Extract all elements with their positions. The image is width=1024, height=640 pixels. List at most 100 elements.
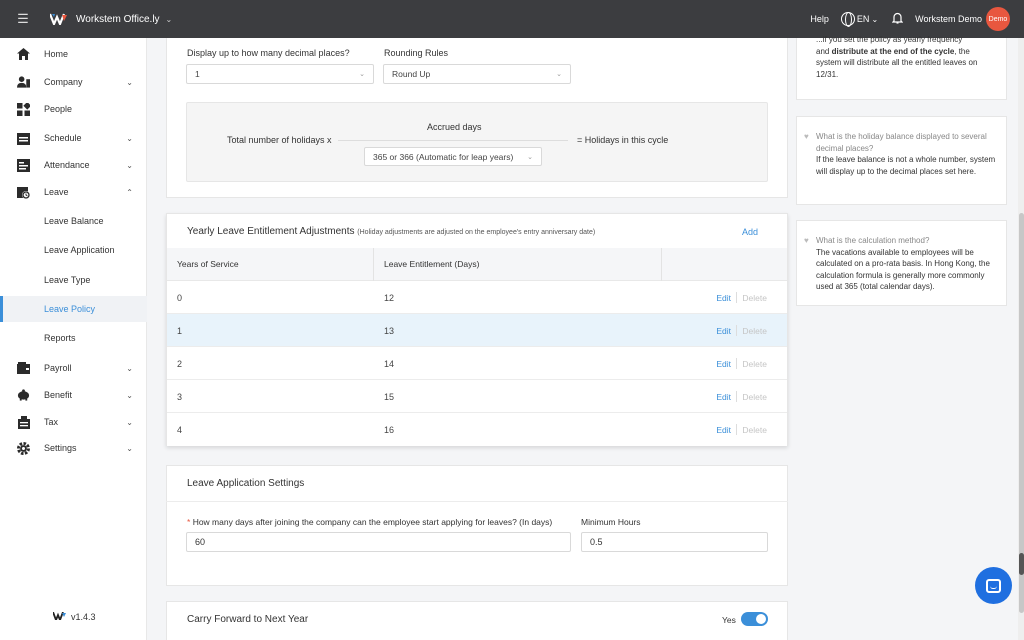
- help-text: 12/31.: [816, 69, 839, 79]
- edit-button[interactable]: Edit: [716, 293, 731, 303]
- edit-button[interactable]: Edit: [716, 392, 731, 402]
- formula-divider: [338, 140, 568, 141]
- delete-button[interactable]: Delete: [742, 293, 767, 303]
- days-after-joining-label: * How many days after joining the compan…: [187, 517, 552, 527]
- chevron-down-icon: ⌄: [871, 14, 879, 24]
- sidebar-item-home[interactable]: Home: [0, 41, 147, 67]
- sidebar-item-label: Benefit: [44, 390, 73, 400]
- sidebar-item-company[interactable]: Company ⌄: [0, 69, 147, 95]
- rounding-rules-value: Round Up: [392, 69, 431, 79]
- rounding-rules-select[interactable]: Round Up ⌄: [383, 64, 571, 84]
- people-icon: [17, 102, 30, 116]
- chat-icon: [986, 578, 1001, 593]
- company-switcher[interactable]: Workstem Office.ly: [76, 14, 160, 25]
- carry-forward-title: Carry Forward to Next Year: [187, 614, 309, 625]
- sidebar-item-label: Payroll: [44, 363, 72, 373]
- card-divider: [166, 501, 788, 502]
- minimum-hours-label: Minimum Hours: [581, 517, 641, 527]
- sidebar-item-people[interactable]: People: [0, 96, 147, 122]
- sidebar-item-attendance[interactable]: Attendance ⌄: [0, 152, 147, 178]
- sidebar-item-leave[interactable]: Leave ⌃: [0, 179, 147, 205]
- cell-years: 0: [177, 293, 183, 303]
- add-adjustment-button[interactable]: Add: [742, 227, 758, 237]
- cell-days: 16: [384, 425, 395, 435]
- chevron-down-icon: ⌄: [126, 363, 133, 373]
- help-text: system will distribute all the entitled …: [816, 58, 978, 67]
- sidebar-item-schedule[interactable]: Schedule ⌄: [0, 125, 147, 151]
- edit-button[interactable]: Edit: [716, 326, 731, 336]
- chevron-down-icon: ⌄: [359, 71, 365, 78]
- delete-button[interactable]: Delete: [742, 359, 767, 369]
- cell-years: 1: [177, 326, 183, 336]
- workstem-logo: [52, 611, 66, 623]
- required-mark: *: [187, 517, 191, 527]
- globe-icon: [840, 12, 855, 27]
- days-in-year-select[interactable]: 365 or 366 (Automatic for leap years) ⌄: [364, 147, 542, 166]
- sidebar-item-label: Leave: [44, 187, 69, 197]
- column-divider: [373, 248, 374, 281]
- sidebar-item-reports[interactable]: Reports: [0, 325, 147, 351]
- heart-icon: ♥: [804, 132, 809, 141]
- gear-icon: [17, 441, 30, 455]
- sidebar-item-leave-policy[interactable]: Leave Policy: [0, 296, 147, 322]
- help-text: and distribute at the end of the cycle, …: [816, 46, 996, 58]
- sidebar-item-label: Leave Balance: [44, 216, 104, 226]
- sidebar-item-label: People: [44, 104, 73, 114]
- help-answer: If the leave balance is not a whole numb…: [816, 155, 996, 176]
- avatar[interactable]: Demo: [986, 7, 1010, 31]
- language-selector[interactable]: EN ⌄: [840, 12, 879, 27]
- formula-left-text: Total number of holidays x: [227, 135, 332, 145]
- formula-numerator: Accrued days: [427, 122, 482, 132]
- chevron-down-icon[interactable]: ⌄: [166, 15, 173, 24]
- chevron-down-icon: ⌄: [126, 133, 133, 143]
- schedule-icon: [17, 132, 30, 145]
- sidebar-item-label: Company: [44, 77, 83, 87]
- sidebar-item-label: Home: [44, 49, 69, 59]
- sidebar-item-label: Reports: [44, 333, 76, 343]
- decimal-places-select[interactable]: 1 ⌄: [186, 64, 374, 84]
- sidebar-item-tax[interactable]: Tax ⌄: [0, 409, 147, 435]
- edit-button[interactable]: Edit: [716, 425, 731, 435]
- app-version: v1.4.3: [52, 611, 96, 623]
- column-divider: [661, 248, 662, 281]
- action-divider: [736, 391, 737, 402]
- action-divider: [736, 325, 737, 336]
- edit-button[interactable]: Edit: [716, 359, 731, 369]
- decimal-places-value: 1: [195, 69, 200, 79]
- scrollbar-thumb-active[interactable]: [1019, 553, 1024, 575]
- sidebar-item-leave-application[interactable]: Leave Application: [0, 237, 147, 263]
- cell-years: 2: [177, 359, 183, 369]
- payroll-icon: [17, 362, 30, 375]
- rounding-rules-label: Rounding Rules: [384, 48, 449, 58]
- minimum-hours-input[interactable]: [581, 532, 768, 552]
- help-question: ♥ What is the holiday balance displayed t…: [804, 131, 996, 154]
- card-note: (Holiday adjustments are adjusted on the…: [357, 229, 596, 236]
- sidebar-item-leave-balance[interactable]: Leave Balance: [0, 208, 147, 234]
- days-after-joining-input[interactable]: [186, 532, 571, 552]
- table-header: Years of Service Leave Entitlement (Days…: [167, 248, 787, 281]
- delete-button[interactable]: Delete: [742, 425, 767, 435]
- sidebar-item-payroll[interactable]: Payroll ⌄: [0, 355, 147, 381]
- sidebar-item-leave-type[interactable]: Leave Type: [0, 267, 147, 293]
- bell-icon[interactable]: [891, 12, 904, 27]
- scrollbar[interactable]: [1018, 38, 1024, 640]
- menu-icon[interactable]: ☰: [0, 0, 46, 38]
- leave-icon: [17, 186, 30, 199]
- cell-days: 15: [384, 392, 395, 402]
- chevron-up-icon: ⌃: [126, 187, 133, 197]
- user-name[interactable]: Workstem Demo: [915, 14, 982, 24]
- chevron-down-icon: ⌄: [527, 153, 533, 161]
- language-label: EN: [856, 14, 870, 24]
- column-header-years: Years of Service: [177, 259, 239, 269]
- sidebar-item-benefit[interactable]: Benefit ⌄: [0, 382, 147, 408]
- delete-button[interactable]: Delete: [742, 392, 767, 402]
- help-link[interactable]: Help: [810, 14, 829, 24]
- sidebar-item-label: Attendance: [44, 160, 90, 170]
- help-question: ♥ What is the calculation method?: [804, 235, 996, 247]
- sidebar-item-label: Leave Application: [44, 245, 115, 255]
- delete-button[interactable]: Delete: [742, 326, 767, 336]
- company-icon: [17, 76, 30, 89]
- carry-forward-toggle[interactable]: [741, 612, 768, 626]
- chat-button[interactable]: [975, 567, 1012, 604]
- sidebar-item-settings[interactable]: Settings ⌄: [0, 435, 147, 461]
